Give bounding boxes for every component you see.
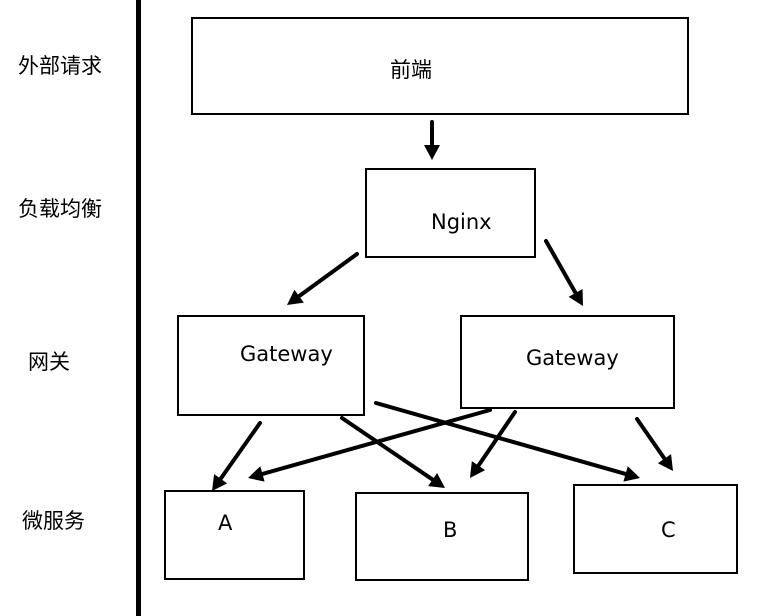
arrow-gateway-2-to-service-a (260, 408, 492, 476)
arrows-layer (212, 120, 673, 491)
arrowhead-gateway-1-to-service-c (623, 466, 640, 482)
arrowhead-gateway-1-to-service-a (212, 474, 228, 491)
arrowhead-frontend-to-nginx (424, 145, 440, 160)
arrow-gateway-1-to-service-c (374, 401, 628, 476)
arrowhead-nginx-to-gateway-1 (287, 289, 304, 305)
arrow-gateway-1-to-service-a (218, 421, 262, 481)
arrow-gateway-2-to-service-b (476, 410, 517, 468)
arrow-nginx-to-gateway-2 (544, 239, 578, 295)
arrowhead-gateway-2-to-service-a (248, 466, 265, 482)
arrow-gateway-2-to-service-c (635, 417, 667, 461)
arrow-nginx-to-gateway-1 (297, 252, 359, 299)
